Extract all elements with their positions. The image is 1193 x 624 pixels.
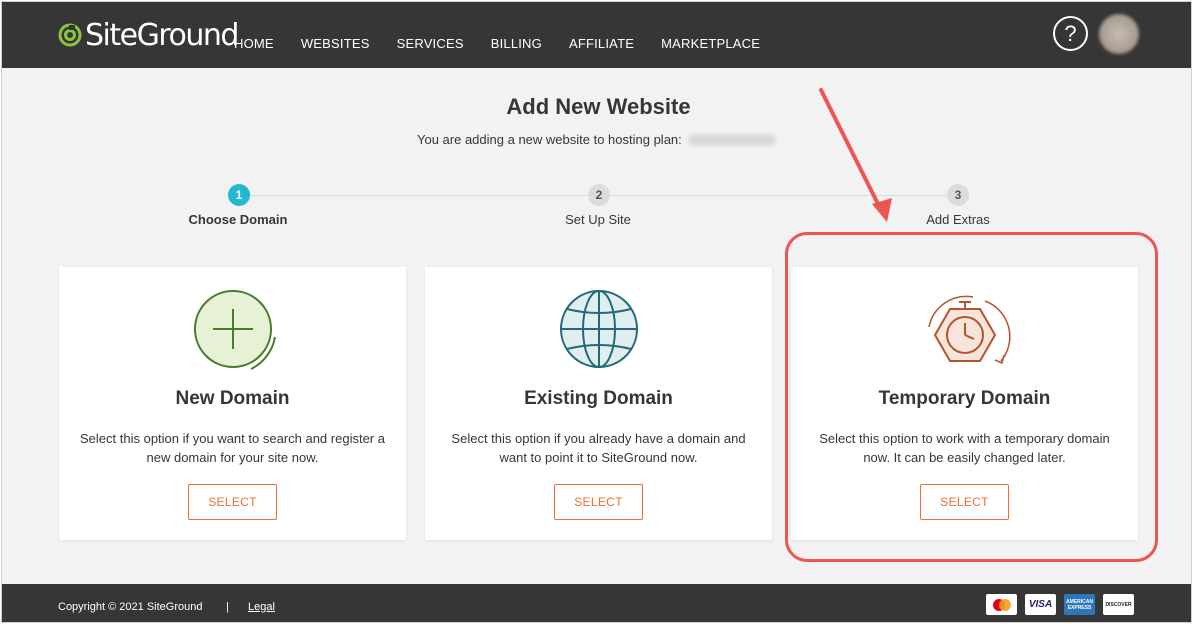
payment-methods: VISA AMERICAN EXPRESS DISCOVER: [986, 594, 1134, 615]
siteground-logo-icon: [58, 23, 82, 47]
step-1-label: Choose Domain: [188, 212, 288, 227]
nav-affiliate[interactable]: AFFILIATE: [569, 36, 634, 51]
temporary-domain-card[interactable]: Temporary Domain Select this option to w…: [791, 267, 1138, 540]
top-navigation-bar: SiteGround HOME WEBSITES SERVICES BILLIN…: [2, 2, 1191, 68]
existing-domain-card[interactable]: Existing Domain Select this option if yo…: [425, 267, 772, 540]
app-frame: SiteGround HOME WEBSITES SERVICES BILLIN…: [1, 1, 1192, 623]
plus-circle-icon: [59, 287, 406, 373]
discover-icon: DISCOVER: [1103, 594, 1134, 615]
subtitle-text: You are adding a new website to hosting …: [417, 132, 682, 147]
main-nav: HOME WEBSITES SERVICES BILLING AFFILIATE…: [234, 36, 787, 51]
step-1-indicator: 1: [228, 184, 250, 206]
footer-separator: |: [226, 601, 229, 613]
mastercard-icon: [986, 594, 1017, 615]
nav-marketplace[interactable]: MARKETPLACE: [661, 36, 760, 51]
card-title: Existing Domain: [524, 388, 673, 409]
step-connector-1: [250, 195, 590, 196]
card-title: New Domain: [175, 388, 290, 409]
globe-icon: [425, 287, 772, 373]
step-3-indicator: 3: [947, 184, 969, 206]
step-2-label: Set Up Site: [565, 212, 631, 227]
card-title: Temporary Domain: [878, 388, 1051, 409]
step-3-label: Add Extras: [926, 212, 990, 227]
step-connector-2: [610, 195, 948, 196]
page-title: Add New Website: [506, 94, 691, 119]
card-description: Select this option to work with a tempor…: [819, 431, 1110, 465]
new-domain-card[interactable]: New Domain Select this option if you wan…: [59, 267, 406, 540]
hosting-plan-name-redacted: [687, 133, 776, 146]
nav-websites[interactable]: WEBSITES: [301, 36, 370, 51]
step-2-indicator: 2: [588, 184, 610, 206]
visa-icon: VISA: [1025, 594, 1056, 615]
legal-link[interactable]: Legal: [248, 601, 275, 613]
page-subtitle: You are adding a new website to hosting …: [417, 132, 776, 147]
card-description: Select this option if you already have a…: [451, 431, 746, 465]
select-new-domain-button[interactable]: SELECT: [188, 484, 277, 520]
clock-hexagon-icon: [791, 287, 1138, 373]
nav-home[interactable]: HOME: [234, 36, 274, 51]
nav-billing[interactable]: BILLING: [491, 36, 542, 51]
user-avatar[interactable]: [1099, 14, 1139, 54]
select-temporary-domain-button[interactable]: SELECT: [920, 484, 1009, 520]
nav-services[interactable]: SERVICES: [397, 36, 464, 51]
page-footer: Copyright © 2021 SiteGround | Legal VISA…: [2, 584, 1191, 622]
help-button[interactable]: ?: [1053, 16, 1088, 51]
card-description: Select this option if you want to search…: [80, 431, 385, 465]
logo-text: SiteGround: [85, 17, 239, 53]
amex-icon: AMERICAN EXPRESS: [1064, 594, 1095, 615]
select-existing-domain-button[interactable]: SELECT: [554, 484, 643, 520]
siteground-logo[interactable]: SiteGround: [58, 17, 239, 53]
copyright-text: Copyright © 2021 SiteGround: [58, 601, 203, 613]
